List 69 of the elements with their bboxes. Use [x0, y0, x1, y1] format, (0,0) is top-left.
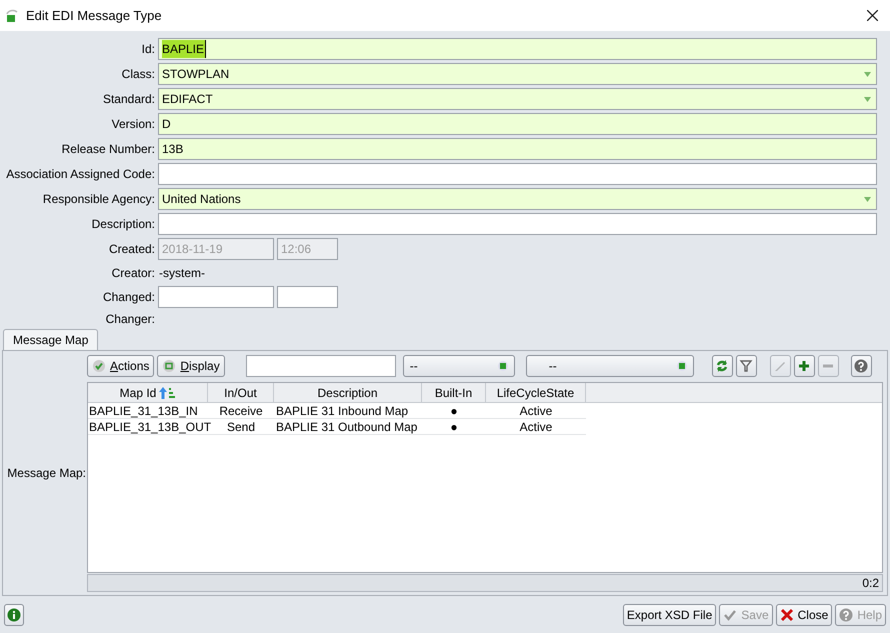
- field-label: Association Assigned Code:: [6, 167, 155, 181]
- field-label: Message Map:: [7, 465, 86, 482]
- window-icon: [162, 358, 176, 372]
- dropdown[interactable]: United Nations: [158, 188, 877, 210]
- help-icon: [839, 608, 854, 622]
- column-header[interactable]: Description: [274, 383, 422, 403]
- toolbar-button[interactable]: Display: [157, 354, 225, 376]
- row-count: 0:2: [862, 575, 879, 592]
- table-cell: Active: [486, 419, 586, 435]
- field-label: Changed:: [102, 290, 155, 304]
- text-field[interactable]: D: [158, 113, 877, 135]
- footer-button[interactable]: Export XSD File: [622, 604, 716, 626]
- table-cell: BAPLIE 31 Outbound Map: [274, 419, 422, 435]
- table-cell: ●: [422, 419, 486, 435]
- plus-icon: [797, 358, 812, 372]
- field-label: Creator:: [112, 266, 155, 280]
- toolbar-button[interactable]: [850, 354, 872, 376]
- dropdown[interactable]: STOWPLAN: [158, 63, 877, 85]
- toolbar-button[interactable]: Actions: [87, 354, 154, 376]
- toolbar-button[interactable]: [712, 354, 733, 376]
- input-field[interactable]: [277, 286, 338, 308]
- column-header[interactable]: In/Out: [208, 383, 274, 403]
- filter-icon: [739, 358, 754, 372]
- column-header[interactable]: Map Id: [88, 383, 208, 403]
- table-cell: Send: [208, 419, 274, 435]
- table-cell: Active: [486, 403, 586, 419]
- field-label: Changer:: [106, 312, 155, 326]
- dropdown-arrow-icon: [864, 196, 871, 202]
- dropdown-arrow-icon: [864, 96, 871, 102]
- text-field[interactable]: [158, 213, 877, 235]
- field-label: Standard:: [102, 92, 155, 106]
- app-icon: [6, 8, 18, 22]
- field-label: Version:: [112, 117, 155, 131]
- window-title: Edit EDI Message Type: [26, 6, 162, 25]
- table-cell: ●: [422, 403, 486, 419]
- field-label: Description:: [92, 217, 155, 231]
- table-cell: BAPLIE 31 Inbound Map: [274, 403, 422, 419]
- toolbar-button[interactable]: [736, 354, 757, 376]
- text-field[interactable]: [158, 163, 877, 185]
- table-cell: Receive: [208, 403, 274, 419]
- table-cell: BAPLIE_31_13B_IN: [88, 403, 208, 419]
- close-icon[interactable]: [867, 10, 878, 21]
- column-header[interactable]: LifeCycleState: [486, 383, 586, 403]
- check-icon: [92, 358, 106, 372]
- toolbar-button[interactable]: [794, 354, 815, 376]
- search-field[interactable]: [246, 354, 396, 376]
- dropdown[interactable]: EDIFACT: [158, 88, 877, 110]
- check-icon: [723, 608, 738, 622]
- tab[interactable]: Message Map: [3, 329, 98, 350]
- field-value: -system-: [158, 265, 205, 282]
- info-icon: [7, 608, 21, 622]
- field-label: Responsible Agency:: [42, 192, 155, 206]
- close-icon: [780, 608, 794, 622]
- dropdown[interactable]: --: [526, 354, 694, 376]
- dropdown[interactable]: --: [402, 354, 515, 376]
- refresh-icon: [715, 358, 730, 372]
- field-label: Class:: [122, 67, 155, 81]
- dropdown-arrow-icon: [864, 72, 871, 76]
- field-label: Id:: [142, 42, 155, 56]
- sort-ascending-icon: [159, 386, 176, 398]
- input-field[interactable]: [158, 286, 274, 308]
- text-field[interactable]: 13B: [158, 138, 877, 160]
- help-icon: [854, 358, 868, 372]
- field-label: Release Number:: [62, 142, 155, 156]
- field-label: Created:: [108, 242, 155, 256]
- text-field[interactable]: BAPLIE: [158, 38, 877, 60]
- info-button[interactable]: [4, 604, 24, 626]
- footer-button[interactable]: Close: [776, 604, 832, 626]
- column-header[interactable]: Built-In: [422, 383, 486, 403]
